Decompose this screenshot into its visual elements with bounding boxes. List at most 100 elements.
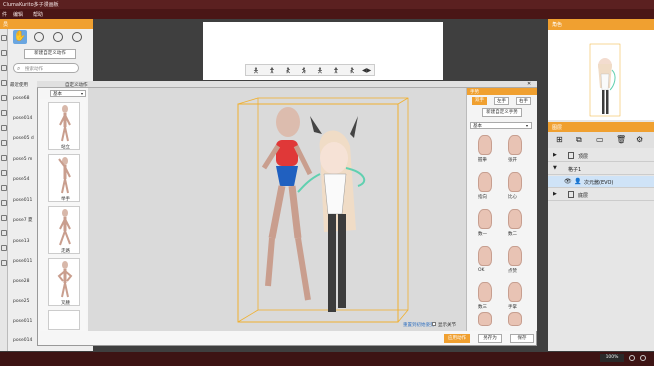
expand-icon[interactable]: ▶	[553, 152, 557, 158]
tab-left-hand[interactable]: 左手	[494, 97, 509, 105]
search-input[interactable]: ⌕ 搜索动作	[13, 63, 79, 73]
gesture-icon[interactable]	[508, 312, 522, 326]
gesture-icon[interactable]	[478, 312, 492, 326]
zoom-select[interactable]: 100%	[600, 354, 624, 362]
gesture-icon[interactable]	[478, 209, 492, 229]
gesture-icon[interactable]	[508, 282, 522, 302]
pose-item[interactable]: pose7 夏	[13, 217, 37, 225]
tool-icon[interactable]	[1, 185, 7, 191]
eye-icon[interactable]: 👁	[564, 178, 572, 185]
tool-icon[interactable]	[1, 50, 7, 56]
pose-item[interactable]: pose011	[13, 258, 37, 266]
pose-item[interactable]: pose13	[13, 238, 37, 246]
pose-thumb-label: 站立	[61, 145, 70, 150]
gesture-icon[interactable]	[478, 282, 492, 302]
save-as-button[interactable]: 另存为	[478, 334, 502, 343]
tool-icon[interactable]	[1, 140, 7, 146]
pose-preset-icon[interactable]: 🯇	[284, 67, 292, 75]
pose-item[interactable]: pose25	[13, 298, 37, 306]
duplicate-icon[interactable]: ⧉	[576, 135, 582, 145]
expand-icon[interactable]: ▶	[553, 191, 557, 197]
layer-name: 顶层	[578, 154, 589, 160]
gesture-icon[interactable]	[478, 172, 492, 192]
save-button[interactable]: 保存	[510, 334, 534, 343]
tool-icon[interactable]	[1, 200, 7, 206]
pose-preset-icon[interactable]: 🯈	[300, 67, 308, 75]
tab-pose[interactable]: ✋	[13, 30, 27, 44]
gesture-icon[interactable]	[508, 209, 522, 229]
gesture-icon[interactable]	[478, 135, 492, 155]
apply-pose-button[interactable]: 应用动作	[444, 334, 470, 343]
face-icon[interactable]	[34, 32, 44, 42]
character-preview	[548, 30, 654, 120]
tool-icon[interactable]	[1, 110, 7, 116]
layer-row[interactable]: ▶ 底层	[548, 189, 654, 201]
tool-icon[interactable]	[1, 155, 7, 161]
tool-icon[interactable]	[1, 230, 7, 236]
pose-filter-select[interactable]: 基本 ▾	[50, 90, 86, 97]
tool-icon[interactable]	[1, 245, 7, 251]
rotate-icon[interactable]	[72, 32, 82, 42]
pose-thumb-label: 举手	[61, 197, 70, 202]
layer-row[interactable]: ▼ 格子1	[548, 163, 654, 175]
pose-thumb[interactable]	[48, 310, 80, 330]
gesture-icon[interactable]	[478, 246, 492, 266]
tool-icon[interactable]	[1, 95, 7, 101]
pose-item[interactable]: pose014	[13, 337, 37, 345]
tool-icon[interactable]	[1, 125, 7, 131]
tool-icon[interactable]	[1, 215, 7, 221]
zoom-in-icon[interactable]	[629, 355, 635, 361]
layer-row-selected[interactable]: 👁 👤 次元酱(EVO)	[548, 176, 654, 188]
settings-icon[interactable]: ⚙	[636, 135, 643, 144]
menu-help[interactable]: 帮助	[33, 11, 43, 18]
pose-preset-icon[interactable]: 🯅	[316, 67, 324, 75]
gesture-filter-select[interactable]: 基本 ▾	[470, 122, 532, 129]
new-custom-gesture-button[interactable]: 新建自定义手势	[482, 108, 522, 117]
add-layer-icon[interactable]: ⊞	[556, 135, 563, 144]
tab-both-hands[interactable]: 双手	[472, 97, 487, 105]
pose-item[interactable]: pose5 m	[13, 156, 37, 164]
close-icon[interactable]: ✕	[527, 81, 531, 87]
pose-item[interactable]: pose54	[13, 176, 37, 184]
pose-item[interactable]: pose014	[13, 115, 37, 123]
zoom-out-icon[interactable]	[640, 355, 646, 361]
pose-thumb[interactable]: 叉腰	[48, 258, 80, 306]
menu-edit[interactable]: 编辑	[13, 11, 23, 18]
pose-playback-bar: 🯅 🯆 🯇 🯈 🯅 🯆 🯇 ◀▶	[245, 64, 375, 76]
pose-thumb[interactable]: 站立	[48, 102, 80, 150]
pose-preset-icon[interactable]: 🯅	[252, 67, 260, 75]
tool-icon[interactable]	[1, 65, 7, 71]
pose-item[interactable]: pose05 d	[13, 135, 37, 143]
expression-icon[interactable]	[53, 32, 63, 42]
pose-item[interactable]: pose011	[13, 318, 37, 326]
gesture-icon[interactable]	[508, 172, 522, 192]
pose-item[interactable]: pose28	[13, 278, 37, 286]
delete-icon[interactable]: 🗑	[616, 135, 626, 144]
new-custom-pose-button[interactable]: 新建自定义动作	[24, 49, 76, 59]
reset-pose-link[interactable]: 重置到初始姿势	[403, 322, 435, 328]
gesture-icon[interactable]	[508, 246, 522, 266]
folder-icon[interactable]: ▭	[596, 135, 604, 144]
show-joints-checkbox[interactable]	[432, 322, 436, 326]
pose-thumb[interactable]: 走路	[48, 206, 80, 254]
collapse-icon[interactable]: ▼	[553, 165, 557, 171]
layer-row[interactable]: ▶ 顶层	[548, 150, 654, 162]
tool-icon[interactable]	[1, 80, 7, 86]
pose-preset-icon[interactable]: 🯆	[268, 67, 276, 75]
character-header: 角色	[548, 19, 654, 30]
pose-thumb[interactable]: 举手	[48, 154, 80, 202]
pose-preset-icon[interactable]: 🯆	[332, 67, 340, 75]
pose-item[interactable]: pose68	[13, 95, 37, 103]
3d-viewport[interactable]	[88, 88, 466, 331]
pose-preset-icon[interactable]: 🯇	[348, 67, 356, 75]
tab-right-hand[interactable]: 右手	[516, 97, 531, 105]
tool-icon[interactable]	[1, 260, 7, 266]
gesture-icon[interactable]	[508, 135, 522, 155]
pose-item[interactable]: pose011	[13, 197, 37, 205]
play-next-icon[interactable]: ◀▶	[362, 67, 371, 75]
tool-icon[interactable]	[1, 170, 7, 176]
gesture-label: OK	[478, 268, 485, 273]
chevron-down-icon: ▾	[526, 123, 529, 128]
tool-icon[interactable]	[1, 35, 7, 41]
menu-file[interactable]: 件	[2, 11, 7, 18]
